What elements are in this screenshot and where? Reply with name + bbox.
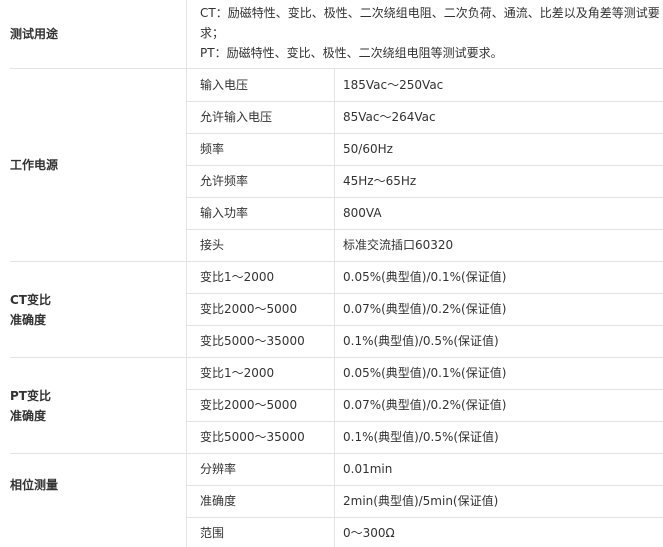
param-label: 频率 bbox=[200, 142, 225, 156]
row-divider bbox=[10, 357, 663, 358]
param-label: 变比5000～35000 bbox=[200, 334, 305, 348]
param-label: 输入电压 bbox=[200, 78, 249, 92]
param-label: 范围 bbox=[200, 526, 225, 540]
row-divider bbox=[186, 229, 663, 230]
param-value: 85Vac～264Vac bbox=[343, 110, 436, 124]
section-label-line: CT变比 bbox=[10, 293, 51, 307]
param-label: 准确度 bbox=[200, 494, 237, 508]
param-value: 0.05%(典型值)/0.1%(保证值) bbox=[343, 366, 507, 380]
section-label-pt: PT变比 准确度 bbox=[10, 386, 180, 426]
spec-table: 测试用途 CT：励磁特性、变比、极性、二次绕组电阻、二次负荷、通流、比差以及角差… bbox=[0, 0, 663, 547]
section-label-phase: 相位测量 bbox=[10, 478, 59, 492]
column-divider bbox=[334, 68, 335, 547]
param-label: 允许频率 bbox=[200, 174, 249, 188]
param-label: 分辨率 bbox=[200, 462, 237, 476]
param-value: 45Hz～65Hz bbox=[343, 174, 417, 188]
param-value: 0.1%(典型值)/0.5%(保证值) bbox=[343, 334, 499, 348]
param-value: 0.01min bbox=[343, 462, 393, 476]
purpose-line: 求； bbox=[200, 26, 225, 40]
section-label-line: 准确度 bbox=[10, 409, 47, 423]
param-label: 变比2000～5000 bbox=[200, 302, 298, 316]
param-label: 允许输入电压 bbox=[200, 110, 273, 124]
param-value: 0.1%(典型值)/0.5%(保证值) bbox=[343, 430, 499, 444]
row-divider bbox=[186, 165, 663, 166]
purpose-line: CT：励磁特性、变比、极性、二次绕组电阻、二次负荷、通流、比差以及角差等测试要 bbox=[200, 6, 660, 20]
param-value: 800VA bbox=[343, 206, 382, 220]
row-divider bbox=[186, 197, 663, 198]
row-divider bbox=[186, 293, 663, 294]
row-divider bbox=[186, 101, 663, 102]
param-label: 变比2000～5000 bbox=[200, 398, 298, 412]
row-divider bbox=[186, 325, 663, 326]
param-value: 0.05%(典型值)/0.1%(保证值) bbox=[343, 270, 507, 284]
section-label-purpose: 测试用途 bbox=[10, 27, 59, 41]
row-divider bbox=[186, 389, 663, 390]
purpose-text: CT：励磁特性、变比、极性、二次绕组电阻、二次负荷、通流、比差以及角差等测试要 … bbox=[200, 3, 660, 63]
row-divider bbox=[186, 517, 663, 518]
section-label-power: 工作电源 bbox=[10, 158, 59, 172]
row-divider bbox=[10, 68, 663, 69]
row-divider bbox=[186, 133, 663, 134]
param-value: 标准交流插口60320 bbox=[343, 238, 454, 252]
param-value: 50/60Hz bbox=[343, 142, 393, 156]
row-divider bbox=[186, 485, 663, 486]
param-label: 输入功率 bbox=[200, 206, 249, 220]
param-value: 0.07%(典型值)/0.2%(保证值) bbox=[343, 398, 507, 412]
column-divider bbox=[186, 0, 187, 547]
param-value: 0～300Ω bbox=[343, 526, 395, 540]
param-value: 0.07%(典型值)/0.2%(保证值) bbox=[343, 302, 507, 316]
section-label-line: PT变比 bbox=[10, 389, 51, 403]
param-label: 接头 bbox=[200, 238, 225, 252]
section-label-ct: CT变比 准确度 bbox=[10, 290, 180, 330]
row-divider bbox=[10, 261, 663, 262]
param-value: 185Vac～250Vac bbox=[343, 78, 444, 92]
row-divider bbox=[10, 453, 663, 454]
param-label: 变比1～2000 bbox=[200, 366, 275, 380]
param-label: 变比5000～35000 bbox=[200, 430, 305, 444]
param-label: 变比1～2000 bbox=[200, 270, 275, 284]
param-value: 2min(典型值)/5min(保证值) bbox=[343, 494, 499, 508]
row-divider bbox=[186, 421, 663, 422]
purpose-line: PT：励磁特性、变比、极性、二次绕组电阻等测试要求。 bbox=[200, 46, 503, 60]
section-label-line: 准确度 bbox=[10, 313, 47, 327]
